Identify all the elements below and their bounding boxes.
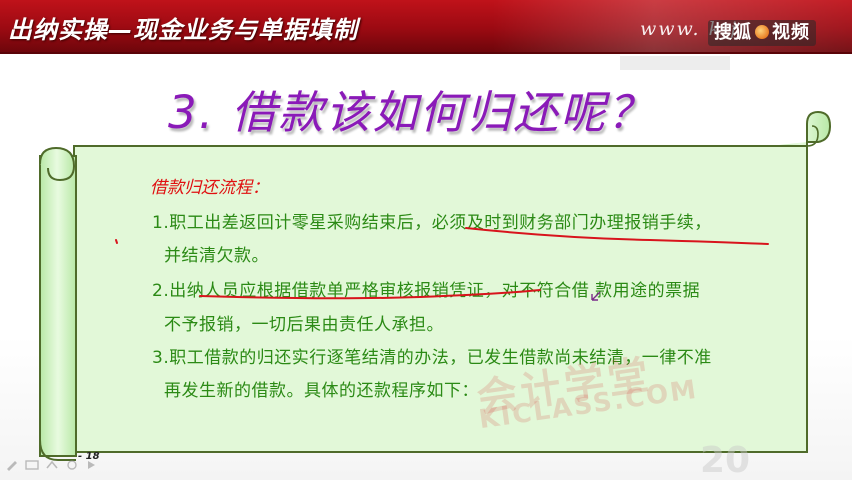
corner-decoration: 20 xyxy=(700,440,751,480)
slide-list-icon[interactable] xyxy=(24,458,40,472)
scroll-roll-left xyxy=(39,155,77,457)
next-icon[interactable] xyxy=(84,458,100,472)
dropdown-icon[interactable] xyxy=(64,458,80,472)
presenter-toolbar xyxy=(4,456,100,474)
step-2-line-1: 2.出纳人员应根据借款单严格审核报销凭证，对不符合借 款用途的票据 xyxy=(152,281,701,301)
flow-heading: 借款归还流程： xyxy=(150,178,269,198)
scroll-roll-top xyxy=(770,110,832,147)
scroll-graphic xyxy=(39,110,832,461)
presentation-slide: 出纳实操—现金业务与单据填制 www. k j 搜狐 视频 3. 借款该如何归还呢… xyxy=(0,0,852,480)
step-1-line-2: 并结清欠款。 xyxy=(164,246,269,266)
step-1-line-1: 1.职工出差返回计零星采购结束后，必须及时到财务部门办理报销手续， xyxy=(152,213,712,233)
pointer-icon[interactable] xyxy=(44,458,60,472)
pen-icon[interactable] xyxy=(4,458,20,472)
step-3-line-2: 再发生新的借款。具体的还款程序如下： xyxy=(164,381,479,401)
step-2-line-2: 不予报销，一切后果由责任人承担。 xyxy=(164,315,444,335)
